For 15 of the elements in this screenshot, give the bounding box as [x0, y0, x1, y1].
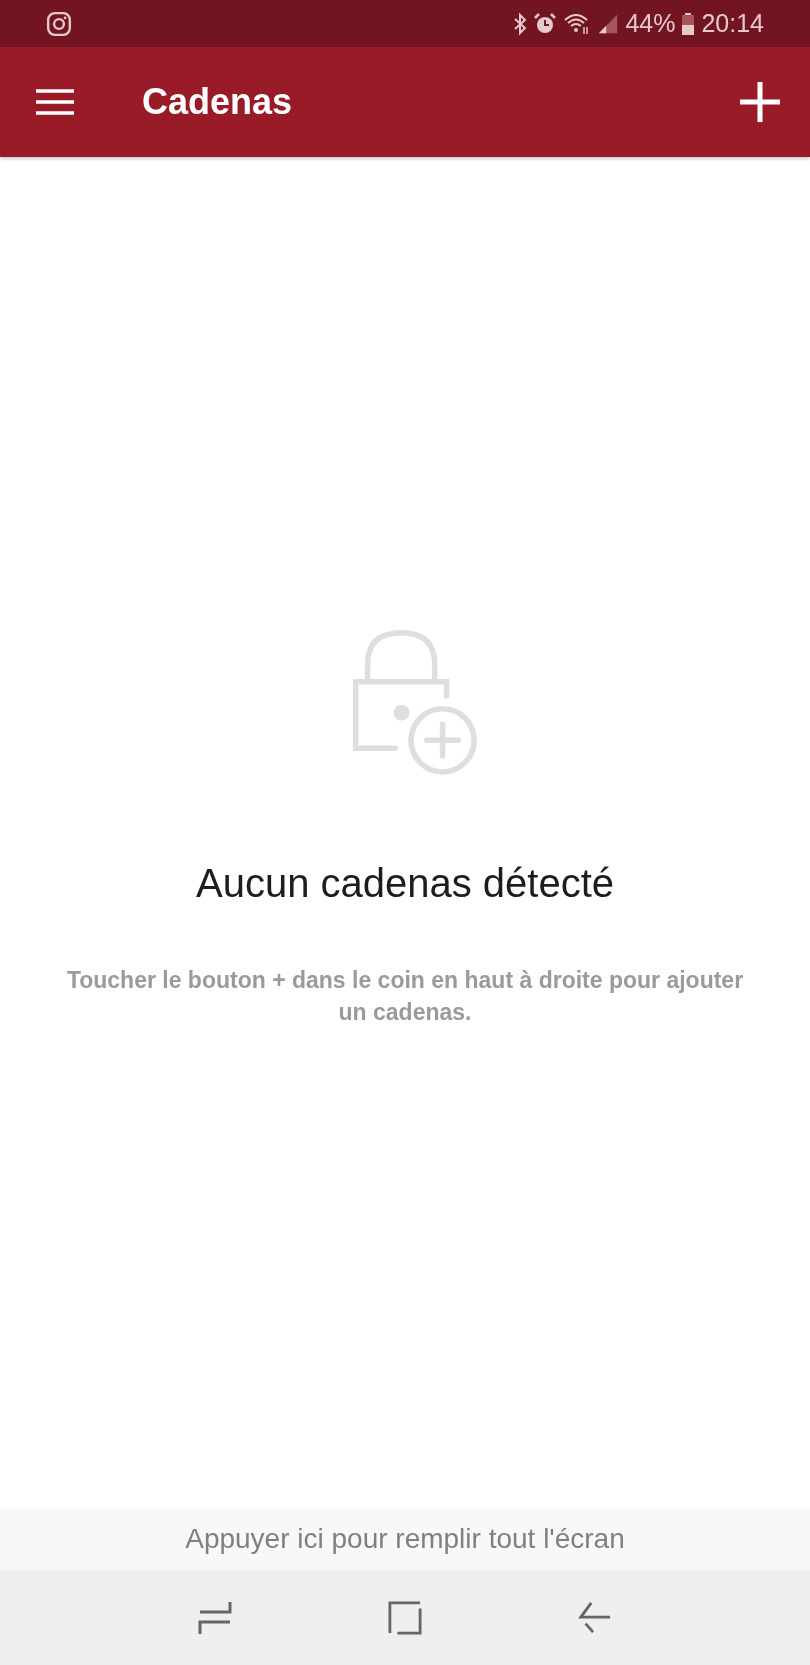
fullscreen-banner[interactable]: Appuyer ici pour remplir tout l'écran	[0, 1508, 810, 1570]
empty-state-title: Aucun cadenas détecté	[195, 861, 615, 906]
recent-apps-button[interactable]	[198, 1599, 232, 1636]
menu-button[interactable]	[36, 88, 74, 116]
camera-icon	[46, 10, 72, 37]
add-button[interactable]	[740, 82, 780, 122]
clock: 20:14	[701, 9, 764, 38]
battery-icon	[681, 11, 696, 36]
bluetooth-icon	[513, 11, 528, 36]
empty-state-message: Toucher le bouton + dans le coin en haut à droite pour ajouter un cadenas.	[65, 966, 745, 1027]
alarm-icon	[533, 11, 558, 36]
home-button[interactable]	[388, 1599, 422, 1636]
app-title: Cadenas	[142, 81, 294, 123]
back-button[interactable]	[578, 1599, 612, 1636]
battery-percent: 44%	[625, 9, 676, 38]
